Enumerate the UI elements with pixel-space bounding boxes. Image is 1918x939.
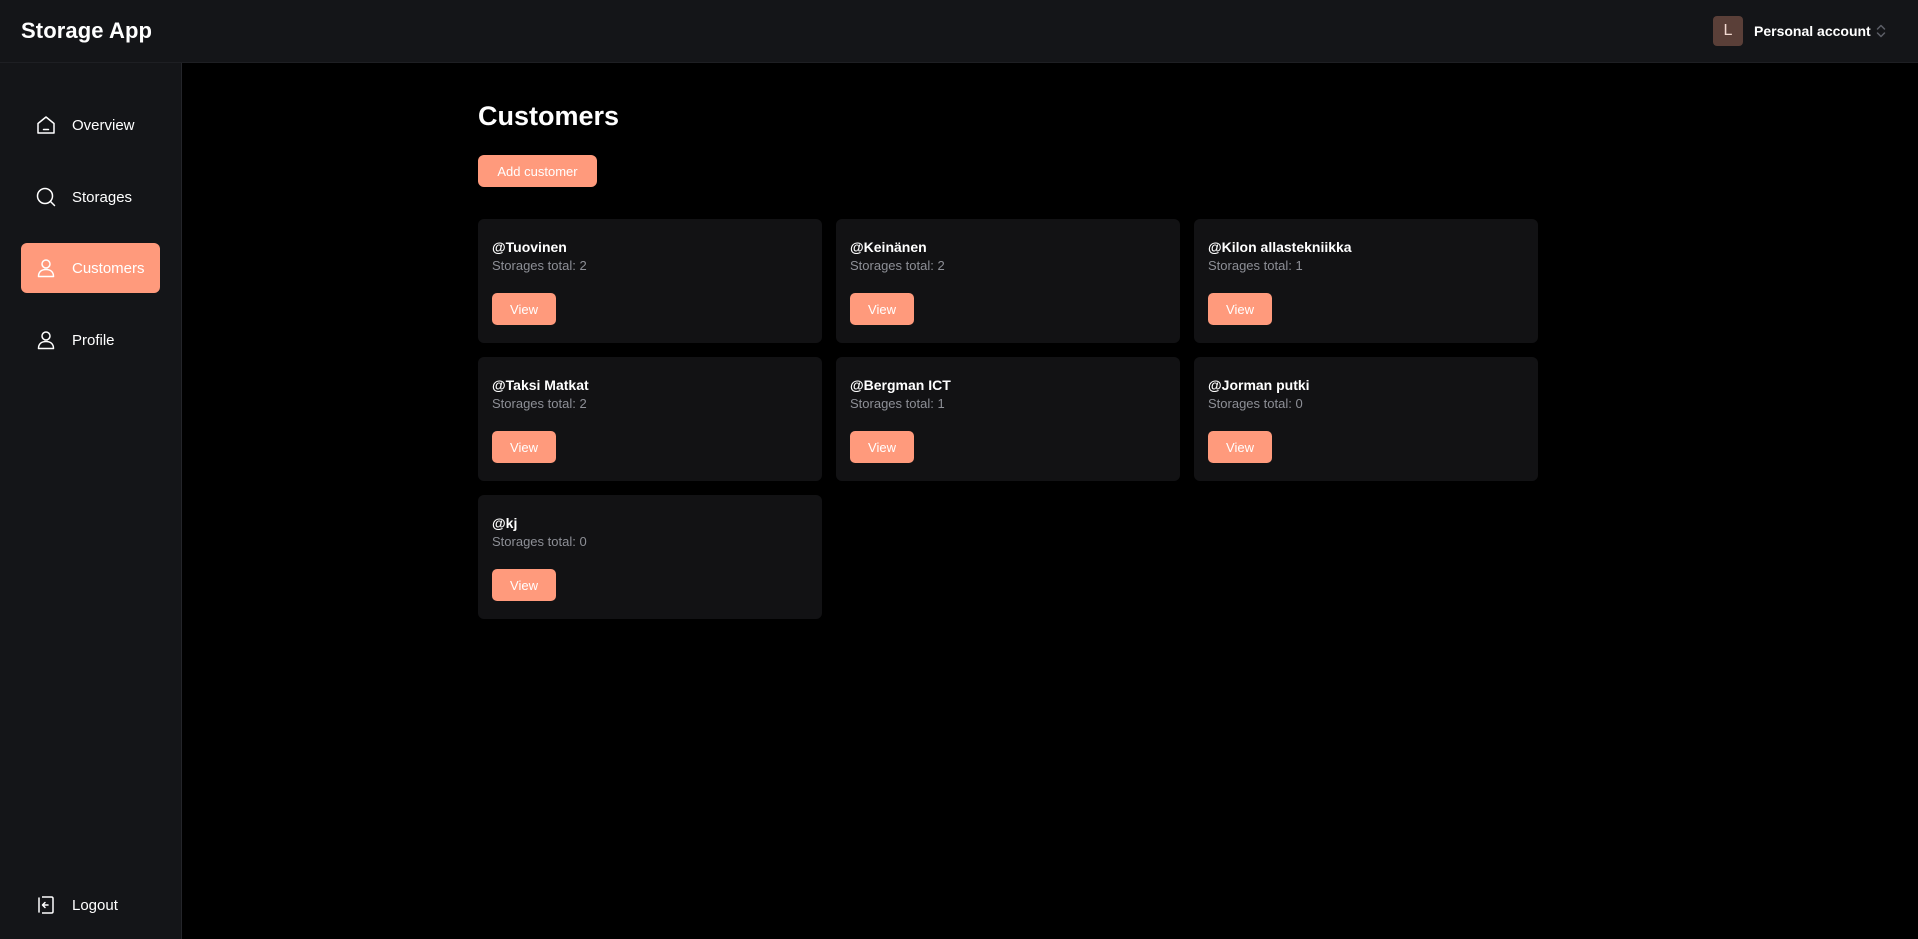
view-button[interactable]: View [850,293,914,325]
customer-name: @Keinänen [850,239,927,255]
sidebar-item-label: Customers [72,259,145,277]
storages-total: Storages total: 1 [850,396,945,411]
customer-card: @kj Storages total: 0 View [478,495,822,619]
customer-card: @Kilon allastekniikka Storages total: 1 … [1194,219,1538,343]
view-button[interactable]: View [492,431,556,463]
customer-name: @Tuovinen [492,239,567,255]
customer-name: @Taksi Matkat [492,377,589,393]
add-customer-button[interactable]: Add customer [478,155,597,187]
logout-button[interactable]: Logout [21,880,160,930]
sidebar-item-overview[interactable]: Overview [21,100,160,150]
view-button[interactable]: View [1208,293,1272,325]
main-content: Customers Add customer @Tuovinen Storage… [182,63,1918,939]
view-button[interactable]: View [492,293,556,325]
storages-total: Storages total: 2 [492,258,587,273]
logout-label: Logout [72,896,118,914]
account-label: Personal account [1754,23,1871,39]
account-switcher[interactable]: L Personal account [1713,16,1888,46]
sidebar-item-storages[interactable]: Storages [21,172,160,222]
avatar: L [1713,16,1743,46]
customer-name: @Bergman ICT [850,377,951,393]
page-title: Customers [478,101,620,131]
storages-total: Storages total: 2 [492,396,587,411]
customer-grid: @Tuovinen Storages total: 2 View @Keinän… [478,219,1540,619]
user-icon [35,257,57,279]
storages-total: Storages total: 0 [492,534,587,549]
sidebar-item-label: Overview [72,116,135,134]
customer-card: @Jorman putki Storages total: 0 View [1194,357,1538,481]
view-button[interactable]: View [1208,431,1272,463]
storages-total: Storages total: 1 [1208,258,1303,273]
sidebar-item-label: Profile [72,331,115,349]
app-title: Storage App [21,18,153,43]
customer-name: @Jorman putki [1208,377,1310,393]
user-icon [35,329,57,351]
customer-name: @kj [492,515,518,531]
customer-card: @Keinänen Storages total: 2 View [836,219,1180,343]
storages-total: Storages total: 2 [850,258,945,273]
search-icon [35,186,57,208]
sidebar-item-label: Storages [72,188,133,206]
logout-icon [35,894,57,916]
home-icon [35,114,57,136]
view-button[interactable]: View [492,569,556,601]
view-button[interactable]: View [850,431,914,463]
sidebar-item-customers[interactable]: Customers [21,243,160,293]
customer-card: @Taksi Matkat Storages total: 2 View [478,357,822,481]
customer-card: @Bergman ICT Storages total: 1 View [836,357,1180,481]
chevron-updown-icon [1874,21,1888,41]
customer-name: @Kilon allastekniikka [1208,239,1352,255]
sidebar-item-profile[interactable]: Profile [21,315,160,365]
top-bar: Storage App L Personal account [0,0,1918,63]
customer-card: @Tuovinen Storages total: 2 View [478,219,822,343]
storages-total: Storages total: 0 [1208,396,1303,411]
sidebar: Overview Storages Customers Profile Logo… [0,63,182,939]
